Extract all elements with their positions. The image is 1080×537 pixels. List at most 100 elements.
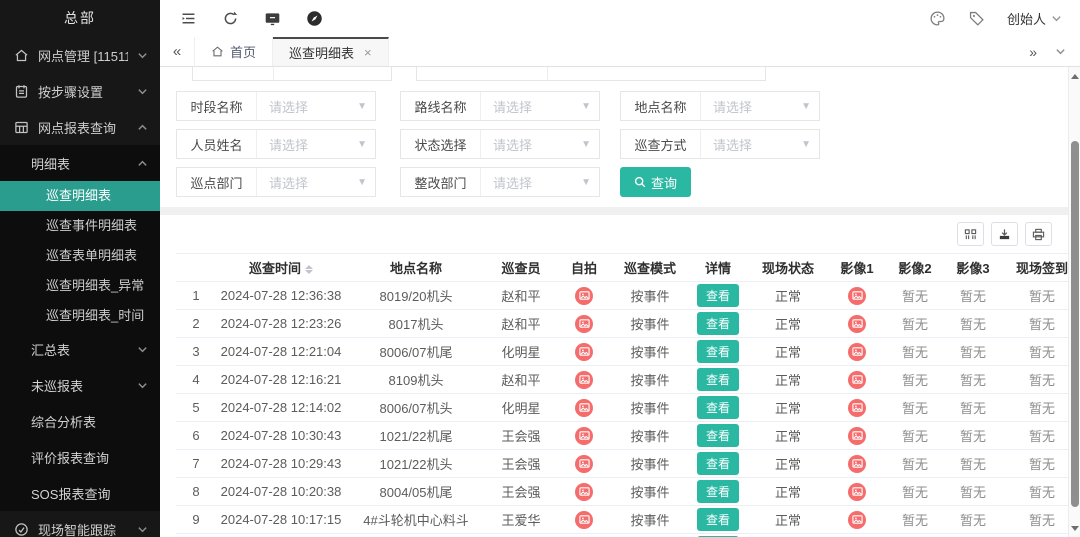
- submenu-item[interactable]: 巡查明细表_异常: [0, 271, 160, 301]
- filter-period-name[interactable]: 时段名称 请选择▼: [176, 91, 376, 121]
- scroll-up-icon[interactable]: [1069, 69, 1080, 83]
- image1-photo-badge[interactable]: [848, 455, 866, 473]
- submenu-list: 巡查明细表巡查事件明细表巡查表单明细表巡查明细表_异常巡查明细表_时间: [0, 181, 160, 331]
- search-button[interactable]: 查询: [620, 167, 691, 197]
- sidebar-item-label: 网点管理 [1151120]: [38, 46, 128, 65]
- view-detail-button[interactable]: 查看: [697, 340, 739, 363]
- view-detail-button[interactable]: 查看: [697, 480, 739, 503]
- cell-mode: 按事件: [612, 478, 688, 506]
- cell-location: 1021/22机尾: [346, 422, 486, 450]
- scroll-down-icon[interactable]: [1069, 521, 1080, 535]
- cell-image2: 暂无: [886, 338, 944, 366]
- table-header-cell[interactable]: 巡查时间: [216, 254, 346, 282]
- cell-status: 正常: [748, 338, 828, 366]
- cell-index: 7: [176, 450, 216, 478]
- tabs-scroll-right-icon[interactable]: »: [1029, 44, 1037, 60]
- tab-home[interactable]: 首页: [194, 37, 273, 66]
- cell-detail: 查看: [688, 338, 748, 366]
- cell-image2: 暂无: [886, 422, 944, 450]
- selfie-photo-badge[interactable]: [575, 287, 593, 305]
- cell-index: 3: [176, 338, 216, 366]
- sidebar-item-step-settings[interactable]: 按步骤设置: [0, 73, 160, 109]
- cell-sign: 暂无: [1002, 478, 1068, 506]
- sidebar-item-comprehensive-analysis[interactable]: 综合分析表: [0, 403, 160, 439]
- submenu-item[interactable]: 巡查明细表: [0, 181, 160, 211]
- sidebar-group-detail-tables[interactable]: 明细表: [0, 145, 160, 181]
- compass-icon[interactable]: [306, 10, 323, 27]
- cell-time: 2024-07-28 10:17:15: [216, 506, 346, 534]
- filter-row: 巡点部门 请选择▼ 整改部门 请选择▼ 查询: [176, 167, 1068, 197]
- cell-inspector: 赵和平: [486, 366, 556, 394]
- image1-photo-badge[interactable]: [848, 427, 866, 445]
- view-detail-button[interactable]: 查看: [697, 396, 739, 419]
- sidebar-group-summary-tables[interactable]: 汇总表: [0, 331, 160, 367]
- view-detail-button[interactable]: 查看: [697, 452, 739, 475]
- view-detail-button[interactable]: 查看: [697, 368, 739, 391]
- selfie-photo-badge[interactable]: [575, 483, 593, 501]
- sidebar-item-site-management[interactable]: 网点管理 [1151120]: [0, 37, 160, 73]
- column-settings-button[interactable]: [957, 222, 984, 246]
- cell-status: 正常: [748, 534, 828, 537]
- filter-rectify-department[interactable]: 整改部门 请选择▼: [400, 167, 600, 197]
- sidebar-item-report-query[interactable]: 网点报表查询: [0, 109, 160, 145]
- cell-image3: 暂无: [944, 422, 1002, 450]
- print-button[interactable]: [1025, 222, 1052, 246]
- sort-icon[interactable]: [305, 265, 313, 274]
- filter-route-name[interactable]: 路线名称 请选择▼: [400, 91, 600, 121]
- selfie-photo-badge[interactable]: [575, 427, 593, 445]
- tabs-scroll-left-icon[interactable]: «: [160, 37, 194, 66]
- image1-photo-badge[interactable]: [848, 371, 866, 389]
- cell-status: 正常: [748, 366, 828, 394]
- cell-sign: 暂无: [1002, 534, 1068, 537]
- cell-time: 2024-07-28 10:30:43: [216, 422, 346, 450]
- screen-share-icon[interactable]: [264, 10, 281, 27]
- filter-status-select[interactable]: 状态选择 请选择▼: [400, 129, 600, 159]
- cell-status: 正常: [748, 310, 828, 338]
- table-body: 12024-07-28 12:36:388019/20机头赵和平按事件查看正常暂…: [176, 282, 1068, 537]
- view-detail-button[interactable]: 查看: [697, 424, 739, 447]
- refresh-icon[interactable]: [222, 10, 239, 27]
- cell-location: 8006/07机头: [346, 394, 486, 422]
- view-detail-button[interactable]: 查看: [697, 312, 739, 335]
- cell-selfie: [556, 422, 612, 450]
- tab-patrol-detail[interactable]: 巡查明细表 ×: [273, 37, 389, 66]
- theme-palette-icon[interactable]: [929, 10, 946, 27]
- photo-icon: [852, 290, 863, 301]
- image1-photo-badge[interactable]: [848, 399, 866, 417]
- image1-photo-badge[interactable]: [848, 483, 866, 501]
- scrollbar-thumb[interactable]: [1071, 141, 1079, 507]
- user-menu[interactable]: 创始人: [1007, 9, 1062, 28]
- selfie-photo-badge[interactable]: [575, 343, 593, 361]
- image1-photo-badge[interactable]: [848, 343, 866, 361]
- sidebar-item-smart-tracking[interactable]: 现场智能跟踪: [0, 511, 160, 537]
- tag-icon[interactable]: [968, 10, 985, 27]
- filter-person-name[interactable]: 人员姓名 请选择▼: [176, 129, 376, 159]
- filter-patrol-mode[interactable]: 巡查方式 请选择▼: [620, 129, 820, 159]
- collapse-menu-icon[interactable]: [180, 10, 197, 27]
- selfie-photo-badge[interactable]: [575, 315, 593, 333]
- export-button[interactable]: [991, 222, 1018, 246]
- sidebar-item-evaluation-report-query[interactable]: 评价报表查询: [0, 439, 160, 475]
- close-tab-icon[interactable]: ×: [364, 45, 372, 60]
- selfie-photo-badge[interactable]: [575, 371, 593, 389]
- selfie-photo-badge[interactable]: [575, 511, 593, 529]
- filter-point-department[interactable]: 巡点部门 请选择▼: [176, 167, 376, 197]
- tab-options-chevron-icon[interactable]: [1055, 46, 1066, 57]
- tab-bar: « 首页 巡查明细表 × »: [160, 37, 1080, 67]
- cell-image1: [828, 338, 886, 366]
- view-detail-button[interactable]: 查看: [697, 508, 739, 531]
- submenu-item[interactable]: 巡查表单明细表: [0, 241, 160, 271]
- submenu-item[interactable]: 巡查事件明细表: [0, 211, 160, 241]
- image1-photo-badge[interactable]: [848, 287, 866, 305]
- cell-location: 4#斗轮机中心料斗: [346, 506, 486, 534]
- sidebar-item-sos-report-query[interactable]: SOS报表查询: [0, 475, 160, 511]
- view-detail-button[interactable]: 查看: [697, 284, 739, 307]
- image1-photo-badge[interactable]: [848, 315, 866, 333]
- filter-location-name[interactable]: 地点名称 请选择▼: [620, 91, 820, 121]
- sidebar-group-unpatrolled-reports[interactable]: 未巡报表: [0, 367, 160, 403]
- image1-photo-badge[interactable]: [848, 511, 866, 529]
- submenu-item[interactable]: 巡查明细表_时间: [0, 301, 160, 331]
- selfie-photo-badge[interactable]: [575, 455, 593, 473]
- vertical-scrollbar[interactable]: [1068, 67, 1080, 537]
- selfie-photo-badge[interactable]: [575, 399, 593, 417]
